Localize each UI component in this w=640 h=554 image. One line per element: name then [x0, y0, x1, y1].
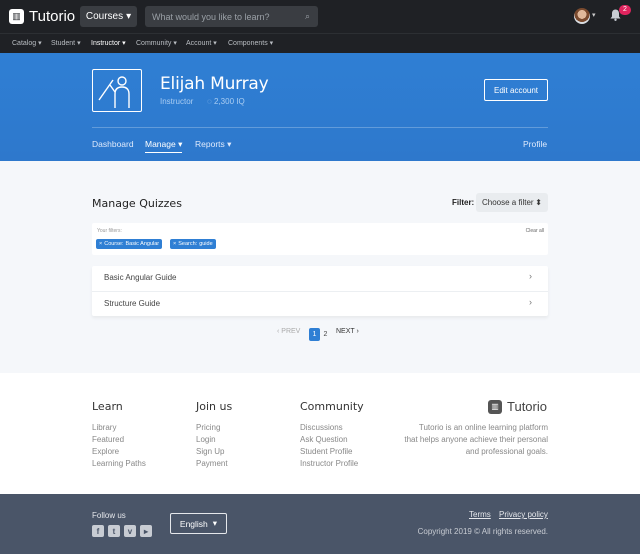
footer-link[interactable]: Student Profile	[300, 447, 352, 456]
clear-all-link[interactable]: Clear all	[526, 228, 544, 234]
privacy-link[interactable]: Privacy policy	[499, 510, 548, 519]
top-navbar: ▥ Tutorio Courses ▾ ⌕ ▾ 2	[0, 0, 640, 33]
tab-dashboard[interactable]: Dashboard	[92, 139, 134, 149]
page-2[interactable]: 2	[320, 328, 331, 341]
your-filters-label: Your filters:	[97, 228, 122, 234]
search-bar: ⌕	[145, 6, 318, 27]
close-icon: ×	[99, 241, 103, 247]
avatar[interactable]	[574, 8, 590, 24]
tab-profile[interactable]: Profile	[523, 139, 547, 149]
footer-link[interactable]: Payment	[196, 459, 228, 468]
footer-link[interactable]: Pricing	[196, 423, 220, 432]
list-item[interactable]: Structure Guide ›	[92, 291, 548, 316]
quiz-title: Structure Guide	[104, 299, 161, 308]
instructor-illustration	[92, 69, 142, 112]
subnav-account[interactable]: Account ▾	[186, 39, 217, 47]
list-item[interactable]: Basic Angular Guide ›	[92, 266, 548, 291]
footer-link[interactable]: Learning Paths	[92, 459, 146, 468]
footer-link[interactable]: Instructor Profile	[300, 459, 358, 468]
footer-link[interactable]: Sign Up	[196, 447, 224, 456]
chevron-down-icon[interactable]: ▾	[592, 11, 596, 19]
book-icon: ▥	[9, 9, 24, 24]
teacher-icon	[98, 76, 130, 108]
quiz-list: Basic Angular Guide › Structure Guide ›	[92, 266, 548, 316]
footer-links: Learn Library Featured Explore Learning …	[0, 373, 640, 494]
subnav-student[interactable]: Student ▾	[51, 39, 81, 47]
youtube-icon[interactable]: ▸	[140, 525, 152, 537]
footer-join-title: Join us	[196, 400, 233, 413]
close-icon: ×	[173, 241, 177, 247]
search-icon[interactable]: ⌕	[305, 11, 310, 22]
footer-link[interactable]: Ask Question	[300, 435, 348, 444]
footer-description: Tutorio is an online learning platform	[418, 423, 548, 432]
footer-community-title: Community	[300, 400, 364, 413]
quiz-title: Basic Angular Guide	[104, 273, 177, 282]
footer-link[interactable]: Discussions	[300, 423, 343, 432]
courses-dropdown[interactable]: Courses ▾	[80, 6, 137, 27]
profile-iq: ◌ 2,300 IQ	[207, 97, 245, 106]
filter-select[interactable]: Choose a filter ⬍	[476, 193, 548, 212]
notification-badge: 2	[619, 5, 631, 15]
book-icon: ▥	[488, 399, 502, 414]
subnav-components[interactable]: Components ▾	[228, 39, 273, 47]
tab-reports[interactable]: Reports ▾	[195, 139, 231, 150]
profile-role: Instructor	[160, 97, 194, 106]
brand-logo[interactable]: ▥ Tutorio	[9, 8, 75, 25]
chevron-down-icon: ▾	[126, 11, 132, 22]
page-title: Manage Quizzes	[92, 197, 182, 210]
language-value: English	[179, 518, 208, 529]
brand-name: Tutorio	[29, 8, 76, 25]
filter-chip-search[interactable]: × Search: guide	[170, 239, 216, 249]
footer-brand-name: Tutorio	[507, 399, 547, 414]
footer-logo: ▥ Tutorio	[488, 399, 547, 414]
search-input[interactable]	[145, 6, 295, 27]
profile-name: Elijah Murray	[160, 74, 269, 94]
follow-us-label: Follow us	[92, 511, 126, 520]
pager-prev[interactable]: ‹ PREV	[277, 328, 300, 335]
active-filters: Your filters: Clear all × Course: Basic An…	[92, 223, 548, 255]
page-1[interactable]: 1	[309, 328, 320, 341]
vimeo-icon[interactable]: v	[124, 525, 136, 537]
footer-link[interactable]: Login	[196, 435, 216, 444]
footer-description: and professional goals.	[465, 447, 548, 456]
iq-icon: ◌	[207, 97, 212, 106]
divider	[92, 127, 548, 128]
secondary-navbar: Catalog ▾ Student ▾ Instructor ▾ Communi…	[0, 33, 640, 53]
filter-chip-course[interactable]: × Course: Basic Angular	[96, 239, 163, 249]
profile-hero: Elijah Murray Instructor ◌ 2,300 IQ Edit…	[0, 53, 640, 161]
footer-description: that helps anyone achieve their personal	[404, 435, 548, 444]
terms-link[interactable]: Terms	[469, 510, 491, 519]
language-select[interactable]: English ▾	[170, 513, 227, 534]
footer-link[interactable]: Featured	[92, 435, 124, 444]
subnav-instructor[interactable]: Instructor ▾	[91, 39, 126, 47]
edit-account-button[interactable]: Edit account	[484, 79, 548, 101]
courses-label: Courses	[85, 11, 124, 22]
footer-learn-title: Learn	[92, 400, 123, 413]
filter-value: Choose a filter	[482, 198, 534, 207]
footer-link[interactable]: Explore	[92, 447, 119, 456]
twitter-icon[interactable]: t	[108, 525, 120, 537]
chevron-right-icon: ›	[529, 297, 532, 307]
footer-link[interactable]: Library	[92, 423, 116, 432]
facebook-icon[interactable]: f	[92, 525, 104, 537]
chevron-down-icon: ▾	[212, 518, 218, 528]
sort-icon: ⬍	[535, 198, 542, 207]
chevron-right-icon: ›	[529, 271, 532, 281]
subnav-community[interactable]: Community ▾	[136, 39, 177, 47]
tab-manage[interactable]: Manage ▾	[145, 139, 183, 153]
copyright: Copyright 2019 © All rights reserved.	[417, 527, 548, 536]
subnav-catalog[interactable]: Catalog ▾	[12, 39, 42, 47]
filter-label: Filter:	[452, 198, 475, 207]
pager-next[interactable]: NEXT ›	[336, 328, 359, 335]
footer-bottom: Follow us f t v ▸ English ▾ Terms Privac…	[0, 494, 640, 554]
